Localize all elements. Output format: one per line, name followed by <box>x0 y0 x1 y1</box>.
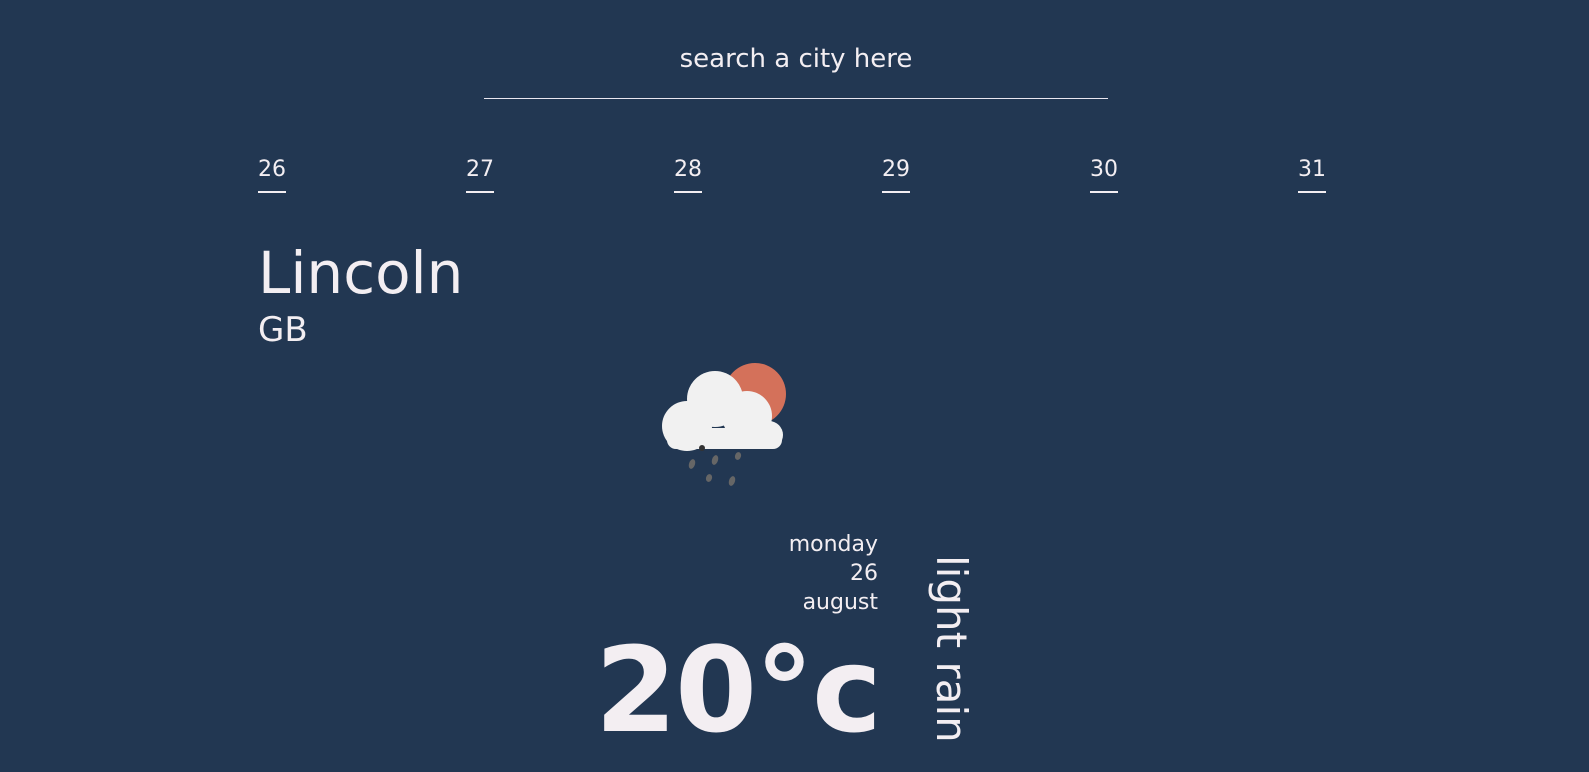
date-block: monday 26 august <box>700 530 878 617</box>
day-selector: 26 27 28 29 30 31 <box>258 154 1338 198</box>
country-code: GB <box>258 310 308 350</box>
cloud-sun-rain-svg <box>662 363 786 486</box>
day-tab-29[interactable]: 29 <box>882 154 910 193</box>
day-number-label: 26 <box>850 561 878 586</box>
search-field-wrap[interactable] <box>484 30 1108 99</box>
day-tab-26[interactable]: 26 <box>258 154 286 193</box>
cloud-sun-rain-icon <box>660 360 800 492</box>
day-tab-31[interactable]: 31 <box>1298 154 1326 193</box>
temperature-readout: 20°c <box>594 621 882 759</box>
day-tab-28[interactable]: 28 <box>674 154 702 193</box>
rain-drop-icon <box>699 445 705 451</box>
month-label: august <box>802 590 878 615</box>
city-name: Lincoln <box>258 239 464 307</box>
rain-icon <box>688 452 742 486</box>
day-tab-27[interactable]: 27 <box>466 154 494 193</box>
weekday-label: monday <box>788 532 878 557</box>
weather-condition: light rain <box>927 555 976 743</box>
day-tab-30[interactable]: 30 <box>1090 154 1118 193</box>
search-input[interactable] <box>484 33 1108 85</box>
